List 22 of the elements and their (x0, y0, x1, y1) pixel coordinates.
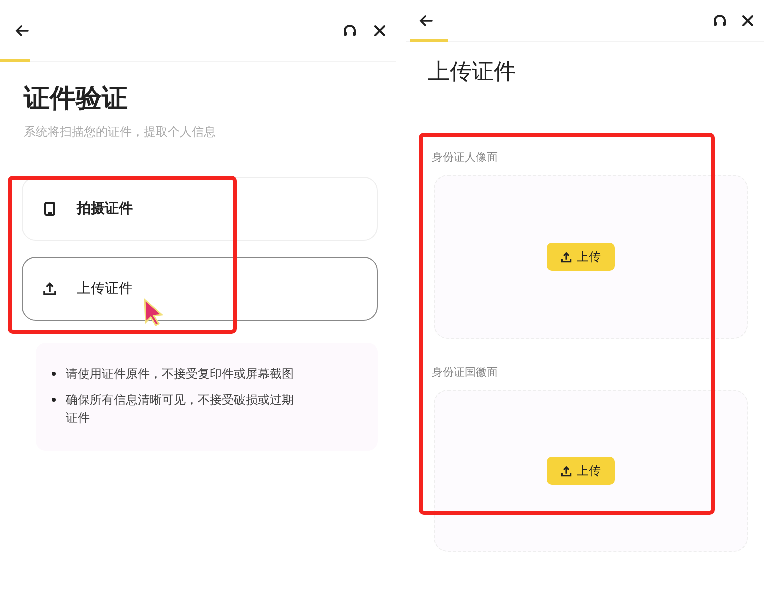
upload-icon (561, 466, 572, 476)
upload-icon (561, 252, 572, 262)
slot-label: 身份证国徽面 (432, 365, 499, 380)
headset-icon[interactable] (712, 12, 728, 28)
back-arrow-icon[interactable] (418, 12, 434, 28)
back-arrow-icon[interactable] (14, 22, 30, 38)
bullet-icon (52, 372, 56, 376)
upload-icon (43, 282, 57, 296)
page-title: 证件验证 (24, 83, 129, 116)
tip-text: 请使用证件原件，不接受复印件或屏幕截图 (66, 366, 295, 383)
page-title: 上传证件 (428, 59, 517, 87)
upload-button[interactable]: 上传 (547, 243, 615, 271)
bullet-icon (52, 398, 56, 402)
headset-icon[interactable] (342, 22, 358, 38)
page-subtitle: 系统将扫描您的证件，提取个人信息 (24, 124, 217, 141)
option-card[interactable]: 拍摄证件 (22, 177, 378, 241)
tip-text: 确保所有信息清晰可见，不接受破损或过期证件 (66, 392, 295, 427)
close-icon[interactable] (372, 22, 388, 38)
close-icon[interactable] (740, 12, 756, 28)
upload-button[interactable]: 上传 (547, 457, 615, 485)
slot-label: 身份证人像面 (432, 150, 499, 165)
phone-icon (43, 202, 57, 216)
